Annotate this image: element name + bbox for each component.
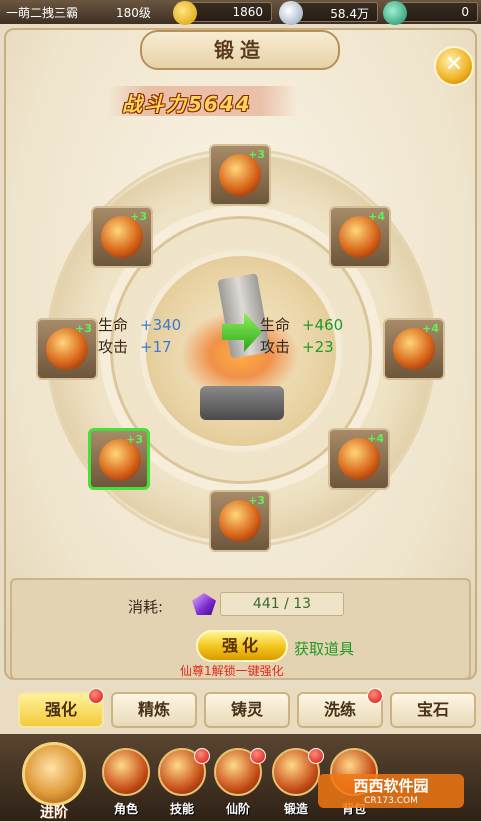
combat-power-text: 战斗力5644 (122, 92, 252, 116)
enhance-level: +3 (126, 433, 143, 446)
cost-amount: 441 / 13 (220, 592, 344, 616)
stat-name: 攻击 (98, 338, 129, 356)
character-icon (102, 748, 150, 796)
stat-name: 攻击 (260, 338, 291, 356)
jade-icon (383, 1, 407, 25)
stat-row: 生命 +460 (260, 314, 343, 336)
stat-value: +17 (140, 338, 172, 356)
stat-row: 攻击 +17 (98, 336, 181, 358)
enhance-level: +3 (248, 148, 265, 161)
cost-label: 消耗: (128, 598, 164, 616)
current-stats: 生命 +340 攻击 +17 (98, 314, 181, 358)
get-items-link[interactable]: 获取道具 (294, 638, 354, 659)
site-watermark: 西西软件园 CR173.COM (318, 774, 464, 808)
tab-label: 强化 (44, 700, 77, 719)
nav-forge[interactable]: 锻造 (268, 748, 324, 818)
next-level-stats: 生命 +460 攻击 +23 (260, 314, 343, 358)
equip-slot-ring[interactable]: +3 (91, 206, 153, 268)
tab-soul-forge[interactable]: 铸灵 (204, 692, 290, 728)
equip-slot-necklace[interactable]: +4 (328, 428, 390, 490)
close-icon: ✕ (444, 52, 464, 77)
player-level: 180级 (116, 6, 151, 20)
top-status-bar: 一萌二拽三霸 180级 1860 58.4万 0 (0, 0, 481, 25)
notification-dot-icon (250, 748, 266, 764)
advance-label: 进阶 (40, 805, 68, 821)
enhance-level: +4 (367, 432, 384, 445)
stat-name: 生命 (260, 316, 291, 334)
pet-avatar-icon (22, 742, 86, 806)
nav-label: 仙阶 (225, 802, 250, 816)
silver-coin-icon (279, 1, 303, 25)
anvil-icon (200, 386, 284, 420)
enhance-level: +3 (248, 494, 265, 507)
stat-value: +340 (140, 316, 182, 334)
nav-skills[interactable]: 技能 (154, 748, 210, 818)
watermark-brand: 西西软件园 (353, 777, 429, 795)
cost-panel: 消耗: 441 / 13 强化 获取道具 仙尊1解锁一键强化 (10, 578, 471, 680)
player-name: 一萌二拽三霸 (6, 6, 79, 20)
equip-slot-helmet[interactable]: +4 (329, 206, 391, 268)
nav-label: 锻造 (283, 802, 308, 816)
stat-value: +460 (302, 316, 344, 334)
jade-value: 0 (461, 5, 469, 19)
notification-dot-icon (367, 688, 383, 704)
unlock-tip: 仙尊1解锁一键强化 (180, 664, 284, 678)
tab-refine[interactable]: 精炼 (111, 692, 197, 728)
watermark-url: CR173.COM (364, 796, 418, 806)
nav-immortal-rank[interactable]: 仙阶 (210, 748, 266, 818)
gold-value: 1860 (232, 5, 263, 19)
tab-strengthen[interactable]: 强化 (18, 688, 104, 728)
page-title: 锻造 (140, 30, 340, 70)
enhance-level: +4 (422, 322, 439, 335)
tab-label: 洗练 (323, 700, 356, 719)
purple-gem-icon (192, 593, 216, 615)
enhance-level: +3 (130, 210, 147, 223)
tab-label: 宝石 (416, 700, 449, 719)
notification-dot-icon (88, 688, 104, 704)
nav-character[interactable]: 角色 (98, 748, 154, 818)
jade-counter[interactable]: 0 (383, 1, 478, 25)
nav-label: 角色 (113, 802, 138, 816)
close-button[interactable]: ✕ (434, 46, 474, 86)
advance-button[interactable]: 进阶 (8, 742, 100, 822)
combat-power-banner: 战斗力5644 (108, 86, 298, 116)
equip-slot-boots[interactable]: +3 (88, 428, 150, 490)
gold-counter[interactable]: 1860 (173, 1, 272, 25)
nav-label: 技能 (169, 802, 194, 816)
stat-name: 生命 (98, 316, 129, 334)
equip-slot-belt[interactable]: +3 (209, 490, 271, 552)
forge-tabs: 强化 精炼 铸灵 洗练 宝石 (0, 688, 481, 732)
silver-counter[interactable]: 58.4万 (279, 1, 378, 25)
equip-slot-shoulder[interactable]: +3 (36, 318, 98, 380)
notification-dot-icon (308, 748, 324, 764)
stat-row: 生命 +340 (98, 314, 181, 336)
equip-slot-armor[interactable]: +4 (383, 318, 445, 380)
enhance-level: +4 (368, 210, 385, 223)
tab-gems[interactable]: 宝石 (390, 692, 476, 728)
tab-reforge[interactable]: 洗练 (297, 688, 383, 728)
stat-row: 攻击 +23 (260, 336, 343, 358)
equip-slot-weapon[interactable]: +3 (209, 144, 271, 206)
strengthen-button[interactable]: 强化 (196, 630, 288, 662)
stat-value: +23 (302, 338, 334, 356)
enhance-level: +3 (75, 322, 92, 335)
gold-ingot-icon (173, 1, 197, 25)
tab-label: 铸灵 (230, 700, 263, 719)
notification-dot-icon (194, 748, 210, 764)
tab-label: 精炼 (137, 700, 170, 719)
silver-value: 58.4万 (330, 7, 369, 21)
